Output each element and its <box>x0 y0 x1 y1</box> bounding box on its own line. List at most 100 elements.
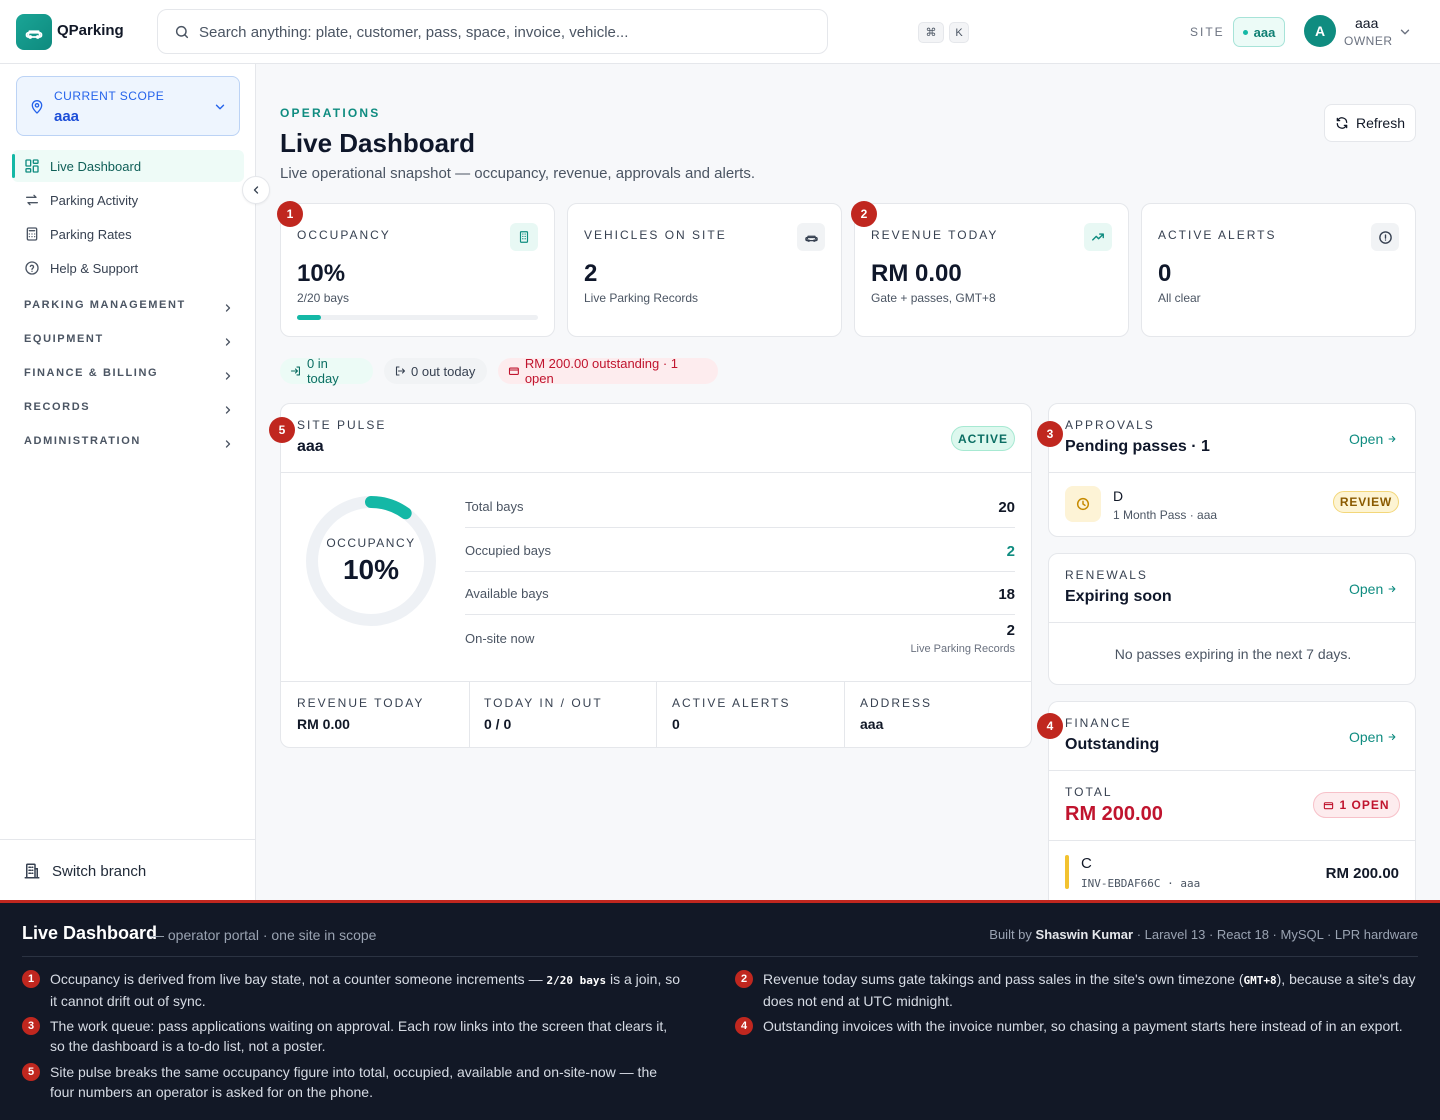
panel-subtitle: — operator portal · one site in scope <box>150 927 377 943</box>
annotation-badge-1: 1 <box>277 201 303 227</box>
arrows-icon <box>26 194 38 206</box>
sidebar-section-administration[interactable]: ADMINISTRATION <box>24 435 234 455</box>
search-icon <box>175 25 189 39</box>
scope-selector[interactable]: CURRENT SCOPE aaa <box>16 76 240 136</box>
sidebar-item-parking-activity[interactable]: Parking Activity <box>12 184 244 216</box>
kpi-label: REVENUE TODAY <box>871 228 999 242</box>
occupancy-progress-fill <box>297 315 322 320</box>
site-selector[interactable]: aaa <box>1233 17 1285 47</box>
collapse-sidebar-button[interactable] <box>242 176 270 204</box>
note-5: 5 Site pulse breaks the same occupancy f… <box>22 1062 682 1102</box>
pass-applicant-name[interactable]: D <box>1113 488 1123 504</box>
sidebar-item-label: Parking Rates <box>50 227 132 242</box>
switch-branch-label: Switch branch <box>52 863 147 880</box>
chip-label: 0 in today <box>306 356 339 386</box>
sidebar-section-records[interactable]: RECORDS <box>24 401 234 421</box>
footer-today-in-out: TODAY IN / OUT 0 / 0 <box>468 682 656 748</box>
stat-note: Live Parking Records <box>910 643 1015 655</box>
kpi-active-alerts: ACTIVE ALERTS 0 All clear <box>1141 203 1416 337</box>
open-count-badge: 1 OPEN <box>1313 792 1400 818</box>
approvals-open-link[interactable]: Open <box>1349 431 1397 447</box>
divider <box>1049 622 1415 623</box>
card-title: Pending passes · 1 <box>1065 438 1210 455</box>
user-name[interactable]: aaa <box>1355 15 1378 31</box>
finance-open-link[interactable]: Open <box>1349 729 1397 745</box>
stat-label: On-site now <box>465 631 535 646</box>
qparking-logo[interactable] <box>16 14 52 50</box>
arrow-right-icon <box>1388 733 1396 741</box>
footer-value: aaa <box>860 716 884 732</box>
pass-detail: 1 Month Pass · aaa <box>1113 508 1218 522</box>
section-label: ADMINISTRATION <box>24 435 141 447</box>
scope-label: CURRENT SCOPE <box>54 89 165 103</box>
global-search[interactable]: ⌘ K <box>157 9 969 54</box>
open-label: Open <box>1349 581 1384 597</box>
note-2: 2 Revenue today sums gate takings and pa… <box>735 969 1418 1011</box>
card-eyebrow: RENEWALS <box>1065 568 1148 582</box>
divider <box>281 472 1031 473</box>
ring-value: 10% <box>342 554 400 585</box>
divider <box>1049 840 1415 841</box>
sidebar-item-label: Parking Activity <box>50 193 139 208</box>
status-badge: REVIEW <box>1333 491 1399 513</box>
chip-label: RM 200.00 outstanding · 1 open <box>524 356 679 386</box>
sidebar-section-equipment[interactable]: EQUIPMENT <box>24 333 234 353</box>
card-title: Outstanding <box>1065 736 1160 753</box>
car-icon <box>25 30 43 39</box>
note-badge: 2 <box>735 970 753 988</box>
total-value: RM 200.00 <box>1065 803 1163 825</box>
renewals-open-link[interactable]: Open <box>1349 581 1397 597</box>
invoice-customer[interactable]: C <box>1081 855 1092 872</box>
refresh-button[interactable]: Refresh <box>1324 104 1416 142</box>
sidebar-item-label: Help & Support <box>50 261 139 276</box>
note-code: GMT+8 <box>1243 974 1277 987</box>
credit-prefix: Built by <box>989 927 1032 942</box>
chevron-down-icon[interactable] <box>1398 25 1412 39</box>
help-icon <box>25 261 39 275</box>
note-text: Revenue today sums gate takings and pass… <box>735 969 1418 1011</box>
footer-label: REVENUE TODAY <box>297 696 425 710</box>
chip-in-today: 0 in today <box>280 356 373 386</box>
switch-branch-button[interactable]: Switch branch <box>0 839 255 900</box>
footer-label: ACTIVE ALERTS <box>672 696 791 710</box>
ring-label: OCCUPANCY <box>326 536 416 550</box>
shortcut-k-key: K <box>949 22 969 43</box>
note-badge: 5 <box>22 1063 40 1081</box>
explanation-panel: Live Dashboard — operator portal · one s… <box>0 900 1440 1120</box>
chip-outstanding: RM 200.00 outstanding · 1 open <box>498 356 718 386</box>
app-name[interactable]: QParking <box>57 22 124 39</box>
chevron-right-icon <box>225 372 231 380</box>
kpi-revenue-today: REVENUE TODAY RM 0.00 Gate + passes, GMT… <box>854 203 1129 337</box>
top-bar: QParking ⌘ K SITE aaa A aaa OWNER <box>0 0 1440 64</box>
search-input[interactable] <box>199 21 759 43</box>
refresh-label: Refresh <box>1355 115 1406 131</box>
sidebar-item-live-dashboard[interactable]: Live Dashboard <box>12 150 244 182</box>
sidebar-section-finance-billing[interactable]: FINANCE & BILLING <box>24 367 234 387</box>
arrow-right-icon <box>1388 435 1396 443</box>
section-label: FINANCE & BILLING <box>24 367 159 379</box>
footer-address: ADDRESS aaa <box>844 682 1032 748</box>
user-avatar[interactable]: A <box>1304 15 1336 47</box>
sidebar-item-parking-rates[interactable]: Parking Rates <box>12 218 244 250</box>
kpi-sub: 2/20 bays <box>297 291 350 305</box>
sidebar-section-parking-management[interactable]: PARKING MANAGEMENT <box>24 299 234 319</box>
page-subtitle: Live operational snapshot — occupancy, r… <box>280 165 756 182</box>
footer-value: RM 0.00 <box>297 716 350 732</box>
stat-row-total-bays: Total bays 20 <box>465 484 1015 528</box>
occupancy-progress-bar <box>297 315 538 320</box>
stat-label: Occupied bays <box>465 543 551 558</box>
note-code: 2/20 bays <box>546 974 607 987</box>
sidebar-item-help-support[interactable]: Help & Support <box>12 252 244 284</box>
kpi-label: OCCUPANCY <box>297 228 391 242</box>
stat-label: Total bays <box>465 499 524 514</box>
chevron-right-icon <box>225 440 231 448</box>
site-pulse-name: aaa <box>297 438 324 455</box>
approvals-card: APPROVALS Pending passes · 1 Open D 1 Mo… <box>1048 403 1416 537</box>
chevron-right-icon <box>225 304 231 312</box>
footer-revenue-today: REVENUE TODAY RM 0.00 <box>281 682 469 748</box>
page-title: Live Dashboard <box>280 128 476 158</box>
grid-icon <box>25 159 39 173</box>
footer-label: ADDRESS <box>860 696 933 710</box>
kpi-value: RM 0.00 <box>871 260 962 287</box>
credit-name: Shaswin Kumar <box>1035 927 1134 942</box>
